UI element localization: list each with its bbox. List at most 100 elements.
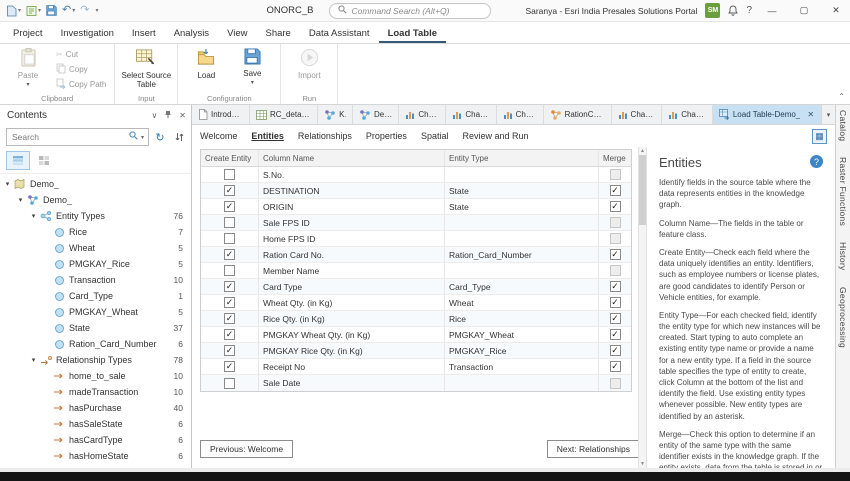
merge-checkbox[interactable]: [609, 377, 621, 389]
doc-tab-rc-details-csv[interactable]: RC_details.csv: [250, 105, 319, 124]
create-entity-checkbox[interactable]: [224, 217, 235, 228]
contents-search-box[interactable]: ▾: [6, 128, 149, 146]
merge-checkbox[interactable]: ✓: [609, 185, 621, 196]
merge-checkbox[interactable]: [609, 217, 621, 228]
paste-button[interactable]: Paste ▾: [5, 47, 51, 89]
save-configuration-button[interactable]: Save ▾: [229, 47, 275, 87]
tree-item-hassalestate[interactable]: hasSaleState 6: [0, 416, 191, 432]
sort-button[interactable]: [171, 128, 187, 146]
help-button[interactable]: ?: [746, 5, 752, 16]
tree-item-hascardtype[interactable]: hasCardType 6: [0, 432, 191, 448]
project-icon[interactable]: ▾: [6, 5, 21, 17]
doc-tab-rationcardkg[interactable]: RationCardKG: [544, 105, 612, 124]
create-entity-checkbox[interactable]: [224, 233, 235, 244]
copy-path-button[interactable]: Copy Path: [53, 77, 109, 92]
doc-tab-introduction[interactable]: Introduction: [192, 105, 250, 124]
merge-checkbox[interactable]: ✓: [609, 249, 621, 260]
column-header-merge[interactable]: Merge: [599, 150, 631, 166]
entity-type-cell[interactable]: [445, 215, 599, 230]
merge-checkbox[interactable]: [609, 169, 621, 180]
step-tab-relationships[interactable]: Relationships: [298, 131, 352, 141]
create-entity-checkbox[interactable]: ✓: [224, 361, 235, 372]
column-header-entity-type[interactable]: Entity Type: [445, 150, 599, 166]
pane-options-button[interactable]: ▦: [812, 128, 827, 144]
pane-menu-icon[interactable]: ∨: [151, 111, 157, 120]
entity-type-cell[interactable]: [445, 167, 599, 182]
close-button[interactable]: ✕: [824, 5, 848, 16]
create-entity-checkbox[interactable]: ✓: [224, 201, 235, 212]
tree-item-entity-types[interactable]: ▾ Entity Types 76: [0, 208, 191, 224]
entity-type-cell[interactable]: Transaction: [445, 359, 599, 374]
merge-checkbox[interactable]: ✓: [609, 345, 621, 356]
entity-type-cell[interactable]: PMGKAY_Wheat: [445, 327, 599, 342]
scroll-up-icon[interactable]: ▲: [640, 148, 645, 154]
tree-item-pmgkay-wheat[interactable]: PMGKAY_Wheat 5: [0, 304, 191, 320]
customize-qat-icon[interactable]: ▾: [95, 7, 98, 14]
docked-tab-geoprocessing[interactable]: Geoprocessing: [838, 287, 848, 348]
create-entity-checkbox[interactable]: ✓: [224, 281, 235, 292]
merge-checkbox[interactable]: ✓: [609, 201, 621, 212]
ribbon-tab-project[interactable]: Project: [4, 25, 52, 43]
tree-item-state[interactable]: State 37: [0, 320, 191, 336]
create-entity-checkbox[interactable]: [224, 377, 235, 389]
collapse-ribbon-button[interactable]: ⌃: [838, 92, 845, 101]
merge-checkbox[interactable]: ✓: [609, 281, 621, 292]
undo-icon[interactable]: ↶ ▾: [62, 5, 75, 16]
tree-item-madetransaction[interactable]: madeTransaction 10: [0, 384, 191, 400]
entity-type-cell[interactable]: Wheat: [445, 295, 599, 310]
tree-item-wheat[interactable]: Wheat 5: [0, 240, 191, 256]
pin-icon[interactable]: [164, 110, 172, 121]
import-button[interactable]: Import: [286, 47, 332, 80]
copy-button[interactable]: Copy: [53, 62, 109, 77]
merge-checkbox[interactable]: ✓: [609, 297, 621, 308]
close-pane-icon[interactable]: ✕: [179, 111, 186, 120]
select-source-table-button[interactable]: Select Source Table: [120, 47, 172, 90]
help-icon[interactable]: ?: [810, 155, 823, 168]
ribbon-tab-load-table[interactable]: Load Table: [378, 25, 447, 43]
tree-item-ration-card-number[interactable]: Ration_Card_Number 6: [0, 336, 191, 352]
entity-type-cell[interactable]: [445, 263, 599, 278]
entity-type-cell[interactable]: Ration_Card_Number: [445, 247, 599, 262]
tree-item-hashomestate[interactable]: hasHomeState 6: [0, 448, 191, 464]
step-tab-entities[interactable]: Entities: [251, 131, 284, 141]
tree-item-home-to-sale[interactable]: home_to_sale 10: [0, 368, 191, 384]
doc-tab-chart-11[interactable]: Chart_11: [446, 105, 497, 124]
view-by-source-button[interactable]: [32, 151, 56, 170]
create-entity-checkbox[interactable]: ✓: [224, 185, 235, 196]
entity-type-cell[interactable]: Rice: [445, 311, 599, 326]
entity-type-cell[interactable]: [445, 375, 599, 391]
cut-button[interactable]: ✂ Cut: [53, 47, 109, 62]
entity-type-cell[interactable]: [445, 231, 599, 246]
tree-item-haspurchase[interactable]: hasPurchase 40: [0, 400, 191, 416]
docked-tab-catalog[interactable]: Catalog: [838, 110, 848, 141]
view-by-drawing-order-button[interactable]: [6, 151, 30, 170]
load-button[interactable]: Load: [183, 47, 229, 80]
tree-item-pmgkay-rice[interactable]: PMGKAY_Rice 5: [0, 256, 191, 272]
merge-checkbox[interactable]: ✓: [609, 313, 621, 324]
create-entity-checkbox[interactable]: [224, 169, 235, 180]
tree-item-demo[interactable]: ▾ Demo_: [0, 192, 191, 208]
tree-item-demo[interactable]: ▾ Demo_: [0, 176, 191, 192]
ribbon-tab-data-assistant[interactable]: Data Assistant: [300, 25, 379, 43]
merge-checkbox[interactable]: [609, 233, 621, 244]
doc-tab-chart-31[interactable]: Chart_31: [662, 105, 713, 124]
merge-checkbox[interactable]: ✓: [609, 329, 621, 340]
ribbon-tab-share[interactable]: Share: [256, 25, 299, 43]
entity-type-cell[interactable]: PMGKAY_Rice: [445, 343, 599, 358]
doc-tab-chart-2[interactable]: Chart_2: [497, 105, 544, 124]
previous-button[interactable]: Previous: Welcome: [200, 440, 294, 458]
ribbon-tab-investigation[interactable]: Investigation: [52, 25, 123, 43]
scroll-down-icon[interactable]: ▼: [640, 461, 645, 467]
vertical-scrollbar[interactable]: ▲ ▼: [638, 147, 647, 468]
save-icon[interactable]: [46, 5, 57, 16]
column-header-column-name[interactable]: Column Name: [259, 150, 445, 166]
notifications-icon[interactable]: [728, 5, 739, 16]
next-button[interactable]: Next: Relationships: [546, 440, 640, 458]
create-entity-checkbox[interactable]: ✓: [224, 297, 235, 308]
tree-item-card-type[interactable]: Card_Type 1: [0, 288, 191, 304]
tab-overflow-icon[interactable]: ▾: [821, 105, 835, 124]
doc-tab-chart-1[interactable]: Chart_1: [399, 105, 447, 124]
minimize-button[interactable]: —: [760, 6, 784, 16]
create-entity-checkbox[interactable]: ✓: [224, 345, 235, 356]
entity-type-cell[interactable]: State: [445, 183, 599, 198]
